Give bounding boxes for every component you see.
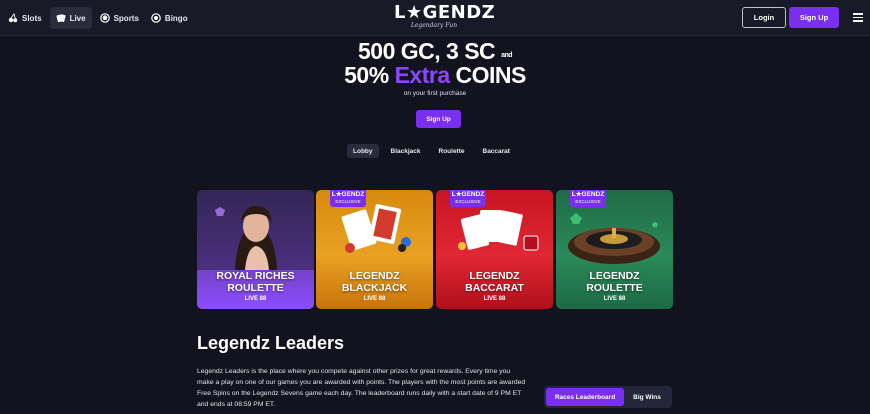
game-provider: LIVE 88 — [363, 296, 386, 302]
promo-coins: COINS — [455, 62, 527, 88]
nav-sports-label: Sports — [113, 13, 139, 23]
game-category-tabs: Lobby Blackjack Roulette Baccarat — [347, 144, 516, 158]
promo-and: and — [501, 52, 513, 59]
game-provider: LIVE 88 — [603, 296, 626, 302]
game-provider: LIVE 88 — [483, 296, 506, 302]
site-logo[interactable]: L★GENDZ Legendary Fun — [394, 2, 496, 33]
nav-slots-label: Slots — [22, 13, 42, 23]
nav-live-label: Live — [69, 13, 86, 23]
promo-signup-button[interactable]: Sign Up — [416, 110, 461, 128]
cherry-icon — [8, 13, 18, 23]
nav-bingo-label: Bingo — [164, 13, 188, 23]
game-card-royal-riches-roulette[interactable]: ROYAL RICHES ROULETTE LIVE 88 — [197, 190, 314, 309]
game-title: LEGENDZ ROULETTE — [586, 270, 643, 294]
hamburger-icon[interactable] — [853, 13, 863, 22]
game-title: LEGENDZ BACCARAT — [465, 270, 524, 294]
tab-big-wins[interactable]: Big Wins — [624, 388, 670, 406]
nav-bingo[interactable]: Bingo — [147, 7, 192, 29]
tab-roulette[interactable]: Roulette — [433, 144, 471, 158]
leaders-description: Legendz Leaders is the place where you c… — [197, 368, 526, 408]
roulette-wheel-image — [568, 213, 660, 264]
blackjack-cards-image — [341, 204, 411, 253]
dealer-image — [197, 190, 314, 270]
tab-baccarat[interactable]: Baccarat — [477, 144, 516, 158]
promo-subtitle: on your first purchase — [403, 90, 467, 97]
signup-button[interactable]: Sign Up — [789, 7, 839, 28]
tab-blackjack[interactable]: Blackjack — [385, 144, 427, 158]
nav-sports[interactable]: Sports — [96, 7, 143, 29]
game-card-legendz-roulette[interactable]: L★GENDZ EXCLUSIVE LEGENDZ ROULETTE LIVE 8… — [556, 190, 673, 309]
tab-races-leaderboard[interactable]: Races Leaderboard — [546, 388, 624, 406]
logo-tagline: Legendary Fun — [410, 22, 458, 29]
nav-live[interactable]: Live — [49, 7, 92, 29]
promo-headline-1: 500 GC, 3 SC and — [0, 38, 870, 65]
promo-headline-2: 50% Extra COINS — [0, 62, 870, 89]
leaders-heading: Legendz Leaders — [197, 333, 345, 353]
game-card-legendz-blackjack[interactable]: L★GENDZ EXCLUSIVE LEGENDZ BLACKJACK LIVE … — [316, 190, 433, 309]
baccarat-cards-image — [458, 210, 539, 251]
game-provider: LIVE 88 — [244, 296, 267, 302]
promo-extra: Extra — [394, 62, 451, 88]
cards-icon — [56, 14, 66, 23]
top-header: Slots Live Sports Bingo L★GENDZ Legendar… — [0, 0, 870, 36]
ball-icon — [99, 13, 110, 23]
promo-percent: 50% — [344, 62, 389, 88]
logo-wordmark: L★GENDZ — [394, 2, 496, 23]
game-card-legendz-baccarat[interactable]: L★GENDZ EXCLUSIVE LEGENDZ BACCARAT LIVE 8… — [436, 190, 553, 309]
game-title: ROYAL RICHES ROULETTE — [216, 270, 295, 294]
leaderboard-tabs: Races Leaderboard Big Wins — [544, 386, 672, 408]
bingo-icon — [151, 13, 161, 23]
promo-amount: 500 GC, 3 SC — [357, 38, 496, 64]
game-title: LEGENDZ BLACKJACK — [341, 270, 408, 294]
tab-lobby[interactable]: Lobby — [347, 144, 379, 158]
main-nav: Slots Live Sports Bingo — [4, 7, 192, 29]
login-button[interactable]: Login — [742, 7, 786, 28]
nav-slots[interactable]: Slots — [4, 7, 46, 29]
